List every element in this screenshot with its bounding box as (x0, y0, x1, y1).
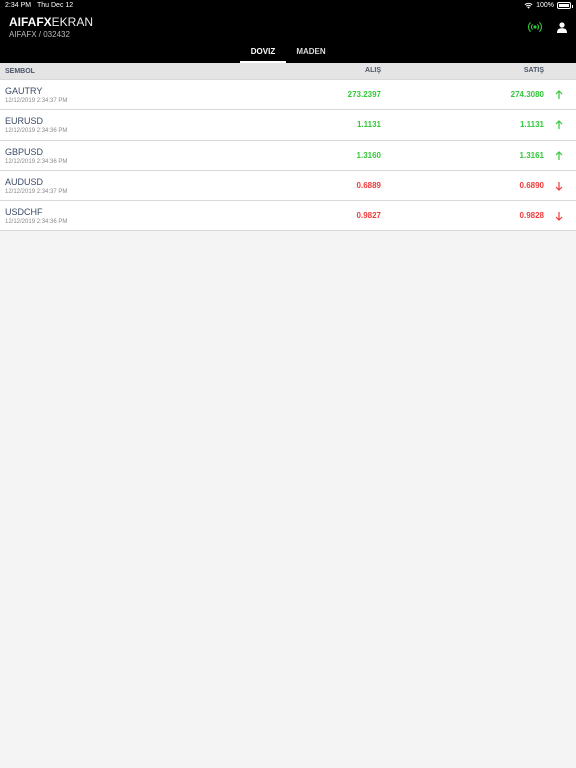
quote-row[interactable]: AUDUSD 12/12/2019 2:34:37 PM 0.6889 0.68… (0, 170, 576, 202)
row-timestamp: 12/12/2019 2:34:36 PM (5, 219, 68, 226)
status-date: Thu Dec 12 (37, 2, 74, 9)
brand-bold: AIFAFX (9, 15, 52, 29)
arrow-up-icon (555, 120, 563, 130)
row-symbol: USDCHF (5, 207, 43, 218)
row-timestamp: 12/12/2019 2:34:37 PM (5, 188, 68, 195)
row-timestamp: 12/12/2019 2:34:36 PM (5, 158, 68, 165)
row-ask: 0.6890 (519, 180, 544, 190)
app-logo: AIFAFXEKRAN (9, 16, 93, 29)
row-symbol: GAUTRY (5, 86, 43, 96)
row-ask: 274.3080 (510, 90, 544, 99)
arrow-down-icon (555, 212, 563, 222)
row-symbol: EURUSD (5, 116, 44, 127)
column-bid: ALIŞ (365, 67, 381, 74)
quote-list: GAUTRY 12/12/2019 2:34:37 PM 273.2397 27… (0, 80, 576, 232)
row-bid: 1.3160 (356, 150, 381, 160)
quote-row[interactable]: GAUTRY 12/12/2019 2:34:37 PM 273.2397 27… (0, 80, 576, 111)
account-label: AIFAFX / 032432 (9, 30, 70, 39)
arrow-up-icon (555, 150, 563, 160)
quote-row[interactable]: GBPUSD 12/12/2019 2:34:36 PM 1.3160 1.31… (0, 140, 576, 171)
status-bar: 2:34 PM Thu Dec 12 100% (0, 0, 576, 12)
column-ask: SATIŞ (523, 67, 544, 74)
tab-maden[interactable]: MADEN (290, 43, 332, 63)
user-icon[interactable] (557, 22, 567, 33)
battery-percent: 100% (536, 2, 554, 9)
battery-icon (557, 2, 573, 9)
signal-broadcast-icon[interactable] (528, 21, 542, 33)
quote-row[interactable]: USDCHF 12/12/2019 2:34:36 PM 0.9827 0.98… (0, 201, 576, 232)
tab-doviz[interactable]: DOVIZ (240, 43, 286, 63)
quote-row[interactable]: EURUSD 12/12/2019 2:34:36 PM 1.1131 1.11… (0, 110, 576, 141)
arrow-down-icon (555, 181, 563, 191)
row-ask: 1.3161 (519, 150, 544, 160)
row-symbol: AUDUSD (5, 176, 44, 187)
row-timestamp: 12/12/2019 2:34:37 PM (5, 98, 68, 104)
row-timestamp: 12/12/2019 2:34:36 PM (5, 128, 68, 135)
tab-bar: DOVIZ MADEN (0, 43, 576, 63)
brand-light: EKRAN (51, 15, 94, 29)
row-ask: 0.9828 (519, 211, 544, 221)
status-time: 2:34 PM (5, 2, 32, 9)
column-header: SEMBOL ALIŞ SATIŞ (0, 63, 576, 80)
row-bid: 0.6889 (356, 180, 381, 190)
column-symbol: SEMBOL (5, 68, 35, 75)
app-header: AIFAFXEKRAN AIFAFX / 032432 (0, 12, 576, 43)
wifi-icon (524, 2, 533, 9)
row-bid: 273.2397 (347, 90, 381, 99)
status-right: 100% (524, 2, 573, 9)
row-symbol: GBPUSD (5, 146, 44, 157)
arrow-up-icon (555, 90, 563, 99)
row-bid: 1.1131 (356, 120, 381, 130)
row-ask: 1.1131 (519, 120, 544, 130)
row-bid: 0.9827 (356, 211, 381, 221)
